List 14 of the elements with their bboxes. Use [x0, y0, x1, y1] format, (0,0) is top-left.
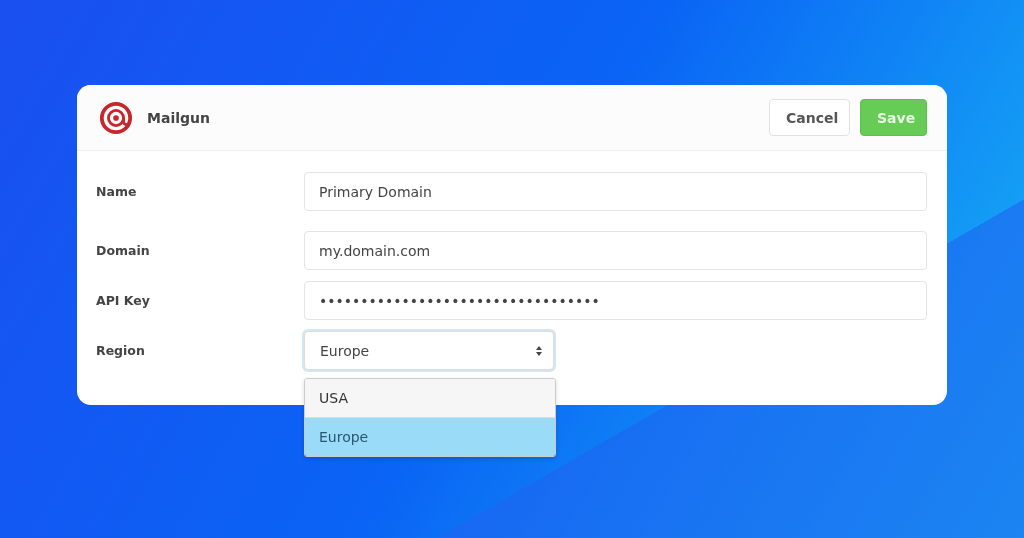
dropdown-option[interactable]: Europe [305, 418, 555, 456]
field-label: Name [96, 183, 138, 199]
sort-arrows-icon [535, 344, 543, 357]
text-field[interactable]: Primary Domain [304, 172, 927, 211]
at-sign-logo-icon [99, 100, 133, 135]
text-field[interactable]: my.domain.com [304, 231, 927, 270]
dropdown-option[interactable]: USA [305, 379, 555, 418]
integration-title: Mailgun [147, 109, 210, 126]
field-label: Region [96, 342, 146, 358]
field-label: API Key [96, 292, 151, 308]
cancel-button[interactable]: Cancel [769, 99, 850, 136]
text-field[interactable]: •••••••••••••••••••••••••••••••••• [304, 281, 927, 320]
field-label: Domain [96, 242, 151, 258]
region-select[interactable]: Europe [304, 331, 554, 370]
